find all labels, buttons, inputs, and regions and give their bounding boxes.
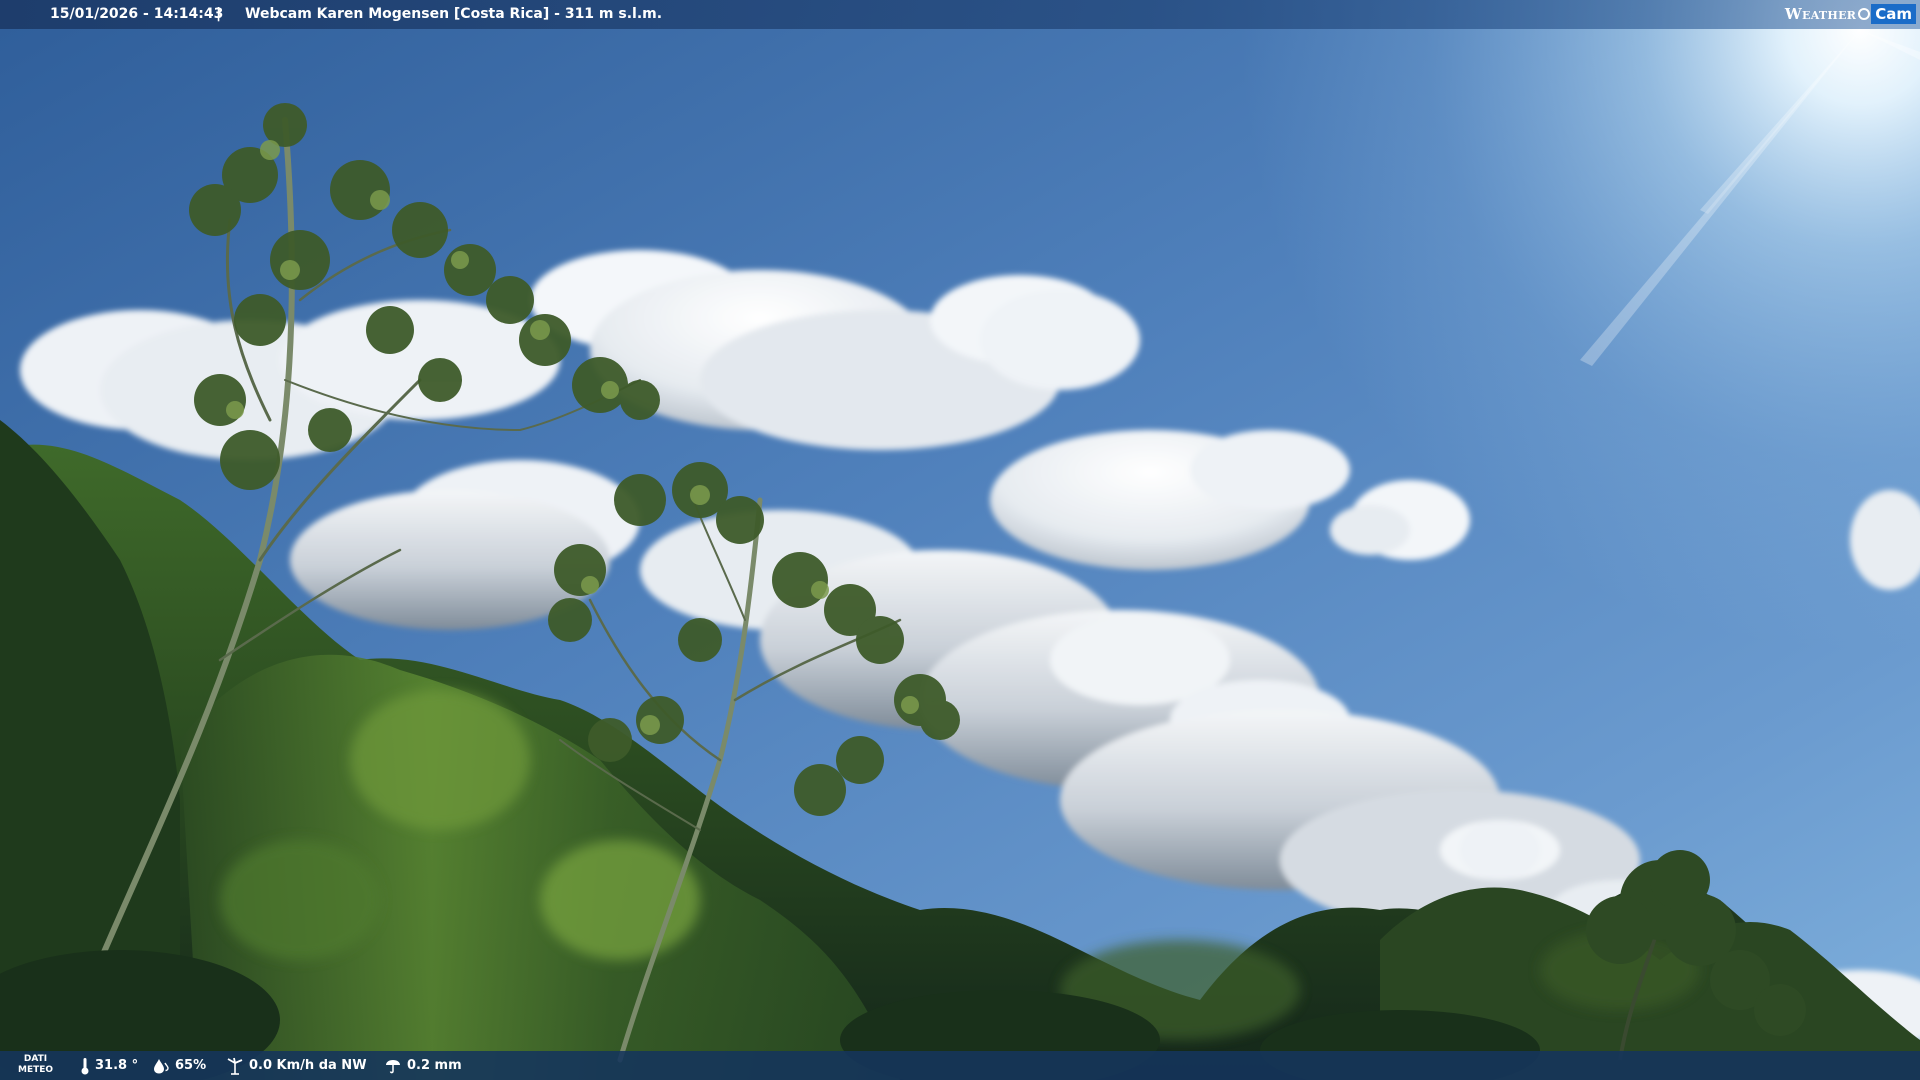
weather-data-label-line2: METEO	[18, 1065, 54, 1075]
humidity-metric: 65%	[152, 1051, 206, 1080]
logo-cam-text: Cam	[1871, 4, 1916, 24]
weather-data-label: DATI METEO	[18, 1054, 53, 1076]
wind-icon	[227, 1057, 243, 1075]
humidity-drop-icon	[154, 1058, 169, 1073]
weather-data-bar: DATI METEO 31.8 ° 65% 0.0 Km/h da NW 0.2…	[0, 1051, 1920, 1080]
weather-data-label-line1: DATI	[23, 1054, 48, 1064]
temperature-value: 31.8 °	[95, 1058, 139, 1073]
humidity-value: 65%	[175, 1058, 207, 1073]
rain-icon	[386, 1059, 400, 1073]
webcam-title: Webcam Karen Mogensen [Costa Rica] - 311…	[245, 6, 663, 22]
temperature-metric: 31.8 °	[80, 1051, 138, 1080]
wind-value: 0.0 Km/h da NW	[249, 1058, 367, 1073]
weathercam-logo: Weather Cam	[1785, 3, 1916, 25]
datetime-label: 15/01/2026 - 14:14:43	[50, 6, 224, 22]
header-separator: |	[216, 6, 222, 22]
rain-metric: 0.2 mm	[384, 1051, 462, 1080]
webcam-image	[0, 0, 1920, 1080]
logo-circle-icon	[1858, 8, 1871, 20]
top-info-bar: 15/01/2026 - 14:14:43 | Webcam Karen Mog…	[0, 0, 1920, 29]
webcam-scene	[0, 0, 1920, 1080]
logo-weather-text: Weather	[1784, 4, 1857, 23]
thermometer-icon	[81, 1057, 89, 1074]
rain-value: 0.2 mm	[407, 1058, 462, 1073]
wind-metric: 0.0 Km/h da NW	[226, 1051, 367, 1080]
